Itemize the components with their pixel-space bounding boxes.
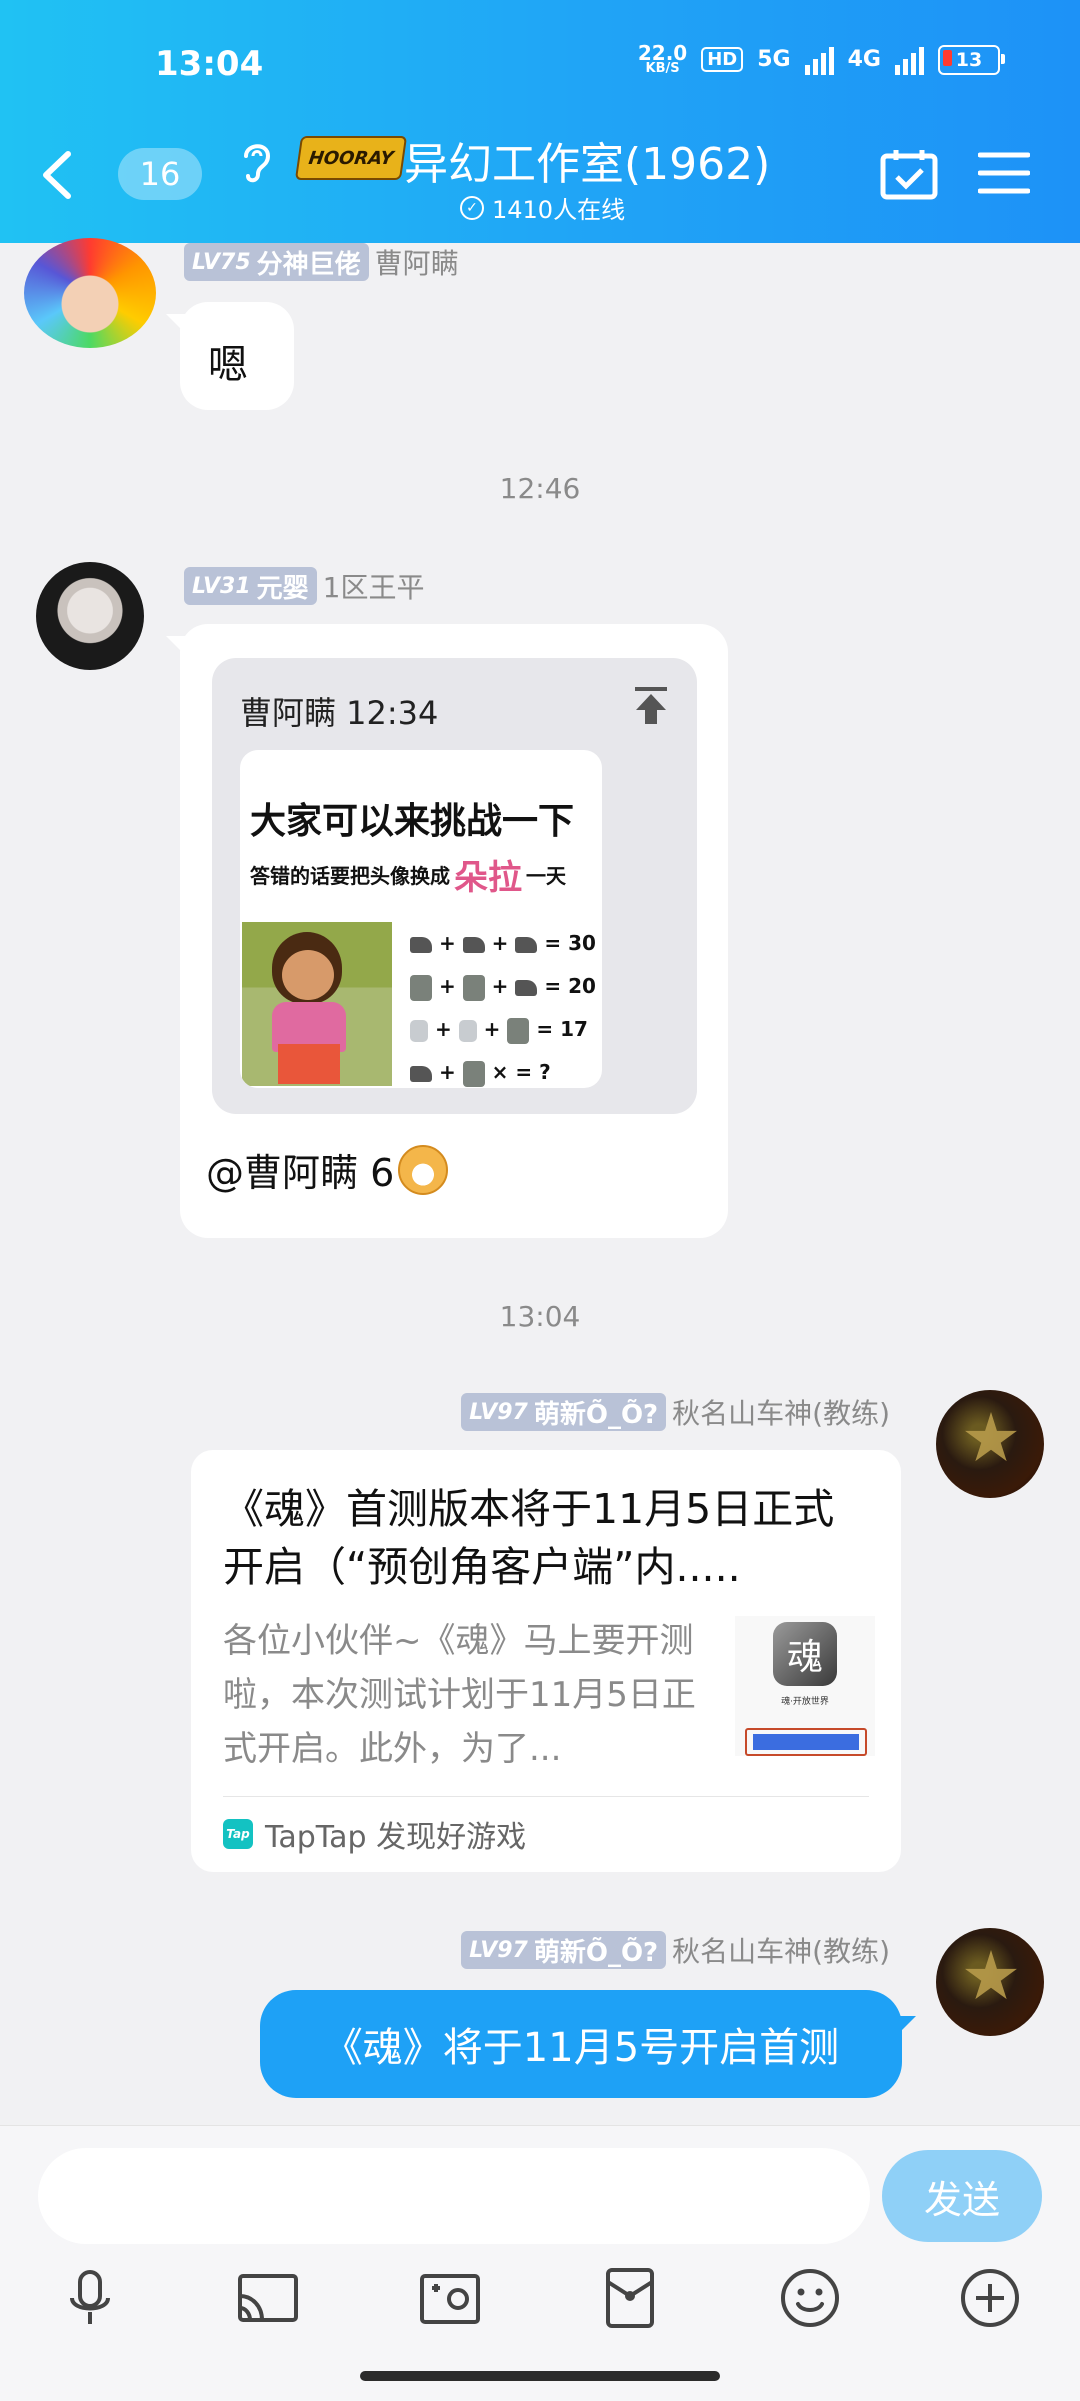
ear-icon[interactable] — [238, 140, 274, 184]
composer: 发送 — [0, 2125, 1080, 2401]
level-badge: LV75 分神巨佬 — [184, 243, 369, 281]
message-input[interactable] — [38, 2148, 870, 2244]
quoted-message[interactable]: 曹阿瞒 12:34 大家可以来挑战一下 答错的话要把头像换成 朵拉 一天 + +… — [212, 658, 697, 1114]
photo-icon[interactable] — [418, 2266, 482, 2330]
message-text: 《魂》将于11月5号开启首测 — [322, 2025, 840, 2071]
avatar[interactable] — [36, 562, 144, 670]
card-thumbnail: 魂 魂·开放世界 — [735, 1616, 875, 1756]
signal-icon — [804, 45, 834, 75]
group-badge: HOORAY — [294, 136, 408, 180]
sender-name[interactable]: 秋名山车神(教练) — [672, 1930, 890, 1970]
sender-row: LV97 萌新Õ_Õ? 秋名山车神(教练) — [461, 1392, 890, 1432]
message-bubble[interactable]: 《魂》将于11月5号开启首测 — [260, 1990, 916, 2098]
message-text: @曹阿瞒 6 — [206, 1142, 449, 1197]
sender-name[interactable]: 秋名山车神(教练) — [672, 1392, 890, 1432]
divider — [223, 1796, 869, 1797]
game-logo-icon: 魂 — [773, 1622, 837, 1686]
timestamp: 12:46 — [499, 472, 581, 505]
meme-subtitle: 答错的话要把头像换成 朵拉 一天 — [250, 858, 566, 898]
signal-icon-2 — [895, 45, 924, 75]
level-badge: LV31 元婴 — [184, 567, 317, 605]
level-badge: LV97 萌新Õ_Õ? — [461, 1931, 667, 1969]
red-packet-icon[interactable] — [598, 2266, 662, 2330]
network-speed: 22.0 KB/S — [637, 41, 688, 76]
battery-icon: 13 — [938, 44, 1005, 75]
avatar[interactable] — [936, 1390, 1044, 1498]
net2-label: 4G — [847, 47, 881, 73]
plus-icon[interactable] — [958, 2266, 1022, 2330]
emoji-icon[interactable] — [778, 2266, 842, 2330]
menu-icon[interactable] — [978, 150, 1030, 196]
calendar-check-icon[interactable] — [880, 148, 938, 200]
avatar[interactable] — [936, 1928, 1044, 2036]
sender-name[interactable]: 1区王平 — [323, 566, 425, 606]
message-bubble[interactable]: 嗯 — [166, 302, 294, 410]
card-source: Tap TapTap 发现好游戏 — [223, 1812, 526, 1856]
send-button[interactable]: 发送 — [882, 2150, 1042, 2242]
back-icon[interactable] — [38, 150, 78, 200]
sender-row: LV75 分神巨佬 曹阿瞒 — [184, 242, 459, 282]
chat-header: 13:04 22.0 KB/S HD 5G 4G 13 16 HOORAY 异幻… — [0, 0, 1080, 243]
hd-icon: HD — [701, 47, 744, 73]
sender-row: LV31 元婴 1区王平 — [184, 566, 424, 606]
check-circle-icon: ✓ — [460, 195, 484, 220]
unread-count-badge[interactable]: 16 — [118, 148, 202, 200]
dora-illustration — [242, 922, 392, 1086]
home-indicator[interactable] — [360, 2371, 720, 2381]
meme-title: 大家可以来挑战一下 — [250, 801, 575, 842]
sender-row: LV97 萌新Õ_Õ? 秋名山车神(教练) — [461, 1930, 890, 1970]
level-badge: LV97 萌新Õ_Õ? — [461, 1393, 667, 1431]
cast-icon[interactable] — [236, 2266, 300, 2330]
timestamp: 13:04 — [499, 1300, 581, 1333]
status-time: 13:04 — [155, 44, 264, 84]
puzzle-equations: + + = 30 + + = 20 + + = 17 + × = ? — [410, 922, 600, 1088]
microphone-icon[interactable] — [58, 2266, 122, 2330]
online-count: ✓ 1410人在线 — [460, 190, 625, 225]
net1-label: 5G — [757, 47, 791, 73]
quote-header: 曹阿瞒 12:34 — [240, 694, 439, 732]
link-card[interactable]: 《魂》首测版本将于11月5日正式开启（“预创角客户端”内..... 各位小伙伴~… — [191, 1450, 901, 1872]
meme-image[interactable]: 大家可以来挑战一下 答错的话要把头像换成 朵拉 一天 + + = 30 + + … — [240, 750, 602, 1088]
sender-name[interactable]: 曹阿瞒 — [375, 242, 459, 282]
status-icons: 22.0 KB/S HD 5G 4G 13 — [637, 41, 1005, 76]
message-text: 嗯 — [208, 342, 248, 388]
taptap-icon: Tap — [223, 1819, 253, 1849]
card-description: 各位小伙伴~《魂》马上要开测啦，本次测试计划于11月5日正式开启。此外，为了..… — [223, 1621, 696, 1769]
jump-to-top-icon[interactable] — [633, 686, 669, 726]
card-title: 《魂》首测版本将于11月5日正式开启（“预创角客户端”内..... — [223, 1485, 835, 1591]
avatar[interactable] — [24, 238, 156, 348]
cat-emoji-icon — [398, 1144, 449, 1195]
group-title[interactable]: 异幻工作室(1962) — [404, 128, 770, 192]
